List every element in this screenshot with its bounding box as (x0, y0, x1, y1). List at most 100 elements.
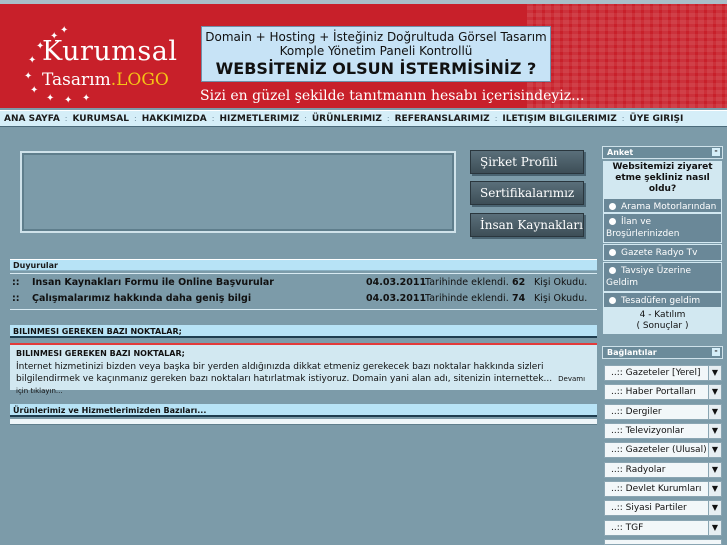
chevron-down-icon[interactable]: ▼ (708, 424, 721, 438)
minimize-icon[interactable]: - (712, 147, 720, 156)
star-icon: ✦ (30, 85, 39, 96)
dropdown-value: ..:: Gazeteler (Ulusal) (611, 445, 707, 455)
announcement-date: 04.03.2011 (366, 277, 427, 288)
chevron-down-icon[interactable]: ▼ (708, 521, 721, 535)
site-header: ✦ ✦ ✦ ✦ ✦ ✦ ✦ ✦ ✦ Kurumsal Tasarım.LOGO … (0, 4, 727, 108)
promo-line1: Domain + Hosting + İsteğiniz Doğrultuda … (205, 30, 547, 44)
links-dropdown[interactable]: ..:: Gazeteler (Ulusal) ▼ (604, 442, 722, 458)
announcement-read-label: Kişi Okudu. (534, 293, 588, 304)
links-dropdown[interactable]: ..:: Dergiler ▼ (604, 404, 722, 420)
announcement-read-label: Kişi Okudu. (534, 277, 588, 288)
links-dropdown[interactable]: ..:: TGF ▼ (604, 520, 722, 536)
menu-item-urunlerimiz[interactable]: ÜRÜNLERIMIZ (308, 114, 386, 124)
dropdown-value: ..:: Devlet Kurumları (611, 484, 702, 494)
poll-question: Websitemizi ziyaret etme şekliniz nasıl … (603, 161, 722, 198)
chevron-down-icon[interactable]: ▼ (708, 482, 721, 496)
poll-option[interactable]: Tavsiye Üzerine Geldim (603, 262, 722, 292)
radio-button[interactable] (609, 203, 616, 210)
notes-panel: BILINMESI GEREKEN BAZI NOKTALAR; İnterne… (10, 343, 597, 395)
bullet: :: (12, 293, 20, 304)
poll-option-label: Tesadüfen geldim (621, 296, 701, 306)
human-resources-button[interactable]: İnsan Kaynakları (470, 213, 584, 237)
menu-item-hakkimizda[interactable]: HAKKIMIZDA (138, 114, 211, 124)
dropdown-value: ..:: Gazeteler [Yerel] (611, 368, 701, 378)
divider (10, 273, 597, 274)
menu-item-iletisim[interactable]: ILETIŞIM BILGILERIMIZ (498, 114, 620, 124)
notes-heading: BILINMESI GEREKEN BAZI NOKTALAR; (16, 349, 185, 358)
logo-suffix: .LOGO (110, 70, 169, 90)
header-slogan: Sizi en güzel şekilde tanıtmanın hesabı … (200, 88, 585, 104)
promo-line3: WEBSİTENİZ OLSUN İSTERMİSİNİZ ? (215, 59, 537, 78)
links-title: Bağlantılar (607, 348, 657, 357)
chevron-down-icon[interactable]: ▼ (708, 366, 721, 380)
radio-button[interactable] (609, 297, 616, 304)
star-icon: ✦ (28, 55, 37, 66)
products-panel (10, 419, 597, 425)
poll-option-label: Gazete Radyo Tv (621, 248, 698, 258)
products-title: Ürünlerimiz ve Hizmetlerimizden Bazıları… (10, 404, 597, 417)
announcement-added-label: Tarihinde eklendi. (425, 277, 509, 288)
announcement-row[interactable]: :: Insan Kaynakları Formu ile Online Baş… (12, 277, 595, 291)
menu-item-kurumsal[interactable]: KURUMSAL (68, 114, 133, 124)
poll-option[interactable]: Arama Motorlarından (603, 198, 722, 213)
star-icon: ✦ (64, 95, 73, 106)
star-icon: ✦ (60, 25, 69, 36)
promo-line2: Komple Yönetim Paneli Kontrollü (279, 44, 473, 58)
notes-text: İnternet hizmetinizi bizden veya başka b… (16, 361, 591, 397)
chevron-down-icon[interactable]: ▼ (708, 385, 721, 399)
menu-item-referanslarimiz[interactable]: REFERANSLARIMIZ (391, 114, 494, 124)
announcement-row[interactable]: :: Çalışmalarımız hakkında daha geniş bi… (12, 293, 595, 307)
radio-button[interactable] (609, 218, 616, 225)
links-dropdown[interactable]: ..:: Siyasi Partiler ▼ (604, 500, 722, 516)
chevron-down-icon[interactable]: ▼ (708, 443, 721, 457)
poll-title: Anket (607, 148, 634, 157)
radio-button[interactable] (609, 267, 616, 274)
poll-option[interactable]: Tesadüfen geldim (603, 292, 722, 308)
minimize-icon[interactable]: - (712, 347, 720, 356)
poll-option[interactable]: Gazete Radyo Tv (603, 244, 722, 261)
announcement-link[interactable]: Insan Kaynakları Formu ile Online Başvur… (32, 277, 274, 288)
star-icon: ✦ (24, 71, 33, 82)
announcement-read-count: 62 (512, 277, 526, 288)
promo-banner[interactable]: Domain + Hosting + İsteğiniz Doğrultuda … (201, 26, 551, 82)
links-header: Bağlantılar - (602, 346, 723, 359)
dropdown-value: ..:: Televizyonlar (611, 426, 684, 436)
radio-button[interactable] (609, 249, 616, 256)
poll-footer: 4 - Katılım ( Sonuçlar ) (603, 308, 722, 334)
certificates-button[interactable]: Sertifikalarımız (470, 181, 584, 205)
chevron-down-icon[interactable]: ▼ (708, 501, 721, 515)
dropdown-value: ..:: Dergiler (611, 407, 662, 417)
links-dropdown[interactable]: ..:: Radyolar ▼ (604, 462, 722, 478)
notes-paragraph: İnternet hizmetinizi bizden veya başka b… (16, 362, 553, 384)
poll-option-label: İlan ve Broşürlerinizden (606, 217, 680, 239)
divider (10, 309, 597, 310)
bullet: :: (12, 277, 20, 288)
company-profile-button[interactable]: Şirket Profili (470, 150, 584, 174)
links-dropdown[interactable]: ..:: Haber Portalları ▼ (604, 384, 722, 400)
logo-title: Kurumsal (42, 36, 178, 67)
poll-option-label: Tavsiye Üzerine Geldim (606, 266, 692, 288)
poll-option[interactable]: İlan ve Broşürlerinizden (603, 213, 722, 243)
poll-results-link[interactable]: ( Sonuçlar ) (603, 321, 722, 332)
chevron-down-icon[interactable]: ▼ (708, 405, 721, 419)
announcement-read-count: 74 (512, 293, 526, 304)
announcement-link[interactable]: Çalışmalarımız hakkında daha geniş bilgi (32, 293, 251, 304)
notes-title: BILINMESI GEREKEN BAZI NOKTALAR; (10, 325, 597, 338)
links-dropdown[interactable]: ..:: Devlet Kurumları ▼ (604, 481, 722, 497)
poll-header: Anket - (602, 146, 723, 159)
menu-item-uye-girisi[interactable]: ÜYE GIRIŞI (625, 114, 687, 124)
slideshow-area[interactable] (20, 151, 456, 233)
poll-participants: 4 - Katılım (639, 310, 686, 320)
menu-item-ana-sayfa[interactable]: ANA SAYFA (0, 114, 64, 124)
site-logo[interactable]: ✦ ✦ ✦ ✦ ✦ ✦ ✦ ✦ ✦ Kurumsal Tasarım.LOGO (22, 26, 182, 106)
announcements-title: Duyurular (10, 259, 597, 271)
star-icon: ✦ (46, 93, 55, 104)
links-dropdown[interactable]: ..:: Gazeteler [Yerel] ▼ (604, 365, 722, 381)
dropdown-value: ..:: Radyolar (611, 465, 666, 475)
menu-item-hizmetlerimiz[interactable]: HIZMETLERIMIZ (215, 114, 303, 124)
poll-option-label: Arama Motorlarından (621, 202, 717, 212)
links-dropdown[interactable]: ..:: Televizyonlar ▼ (604, 423, 722, 439)
chevron-down-icon[interactable]: ▼ (708, 463, 721, 477)
links-dropdown-partial[interactable] (604, 539, 722, 545)
main-menu: ANA SAYFA: KURUMSAL: HAKKIMIZDA: HIZMETL… (0, 110, 727, 127)
